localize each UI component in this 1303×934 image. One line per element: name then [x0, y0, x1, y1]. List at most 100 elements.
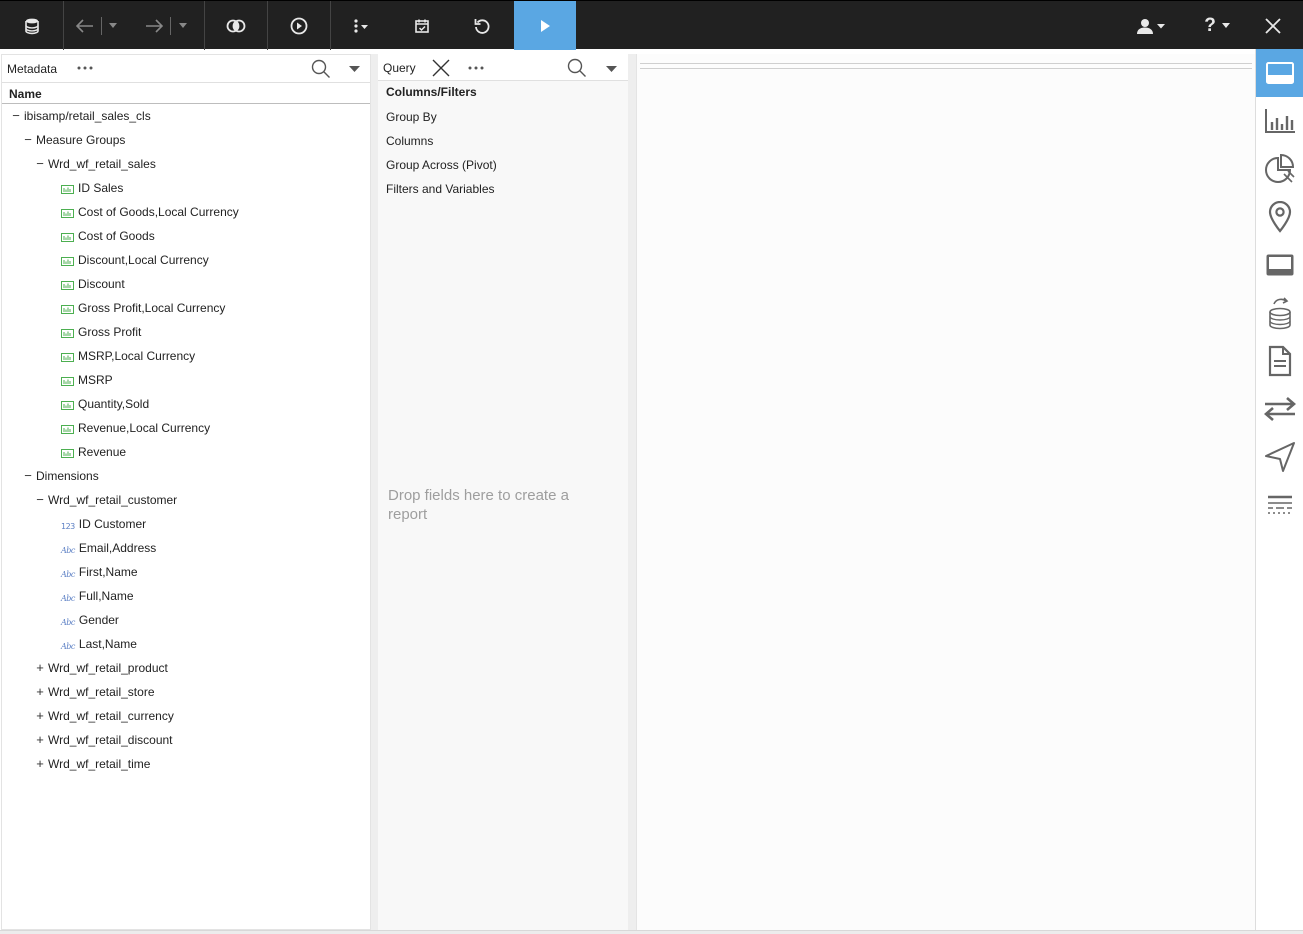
tree-item[interactable]: + Wrd_wf_retail_discount [35, 728, 172, 752]
more-button[interactable] [331, 1, 391, 50]
status-strip [0, 930, 1303, 934]
rail-panel-button[interactable] [1256, 241, 1303, 289]
rail-swap-button[interactable] [1256, 385, 1303, 433]
tree-item[interactable]: + Wrd_wf_retail_store [35, 680, 155, 704]
tree-item[interactable]: Cost of Goods,Local Currency [61, 200, 239, 224]
measure-field-icon [61, 353, 74, 362]
tree-item[interactable]: Quantity,Sold [61, 392, 149, 416]
search-icon[interactable] [311, 59, 331, 79]
measure-field-icon [61, 377, 74, 386]
tree-item-label: MSRP,Local Currency [78, 349, 196, 363]
tree-item[interactable]: − Wrd_wf_retail_customer [35, 488, 177, 512]
panel-splitter[interactable] [371, 54, 378, 930]
query-item-filters[interactable]: Filters and Variables [386, 182, 495, 196]
join-button[interactable] [205, 1, 267, 50]
tree-item[interactable]: MSRP [61, 368, 113, 392]
close-button[interactable] [1252, 1, 1294, 50]
tree-item-label: Wrd_wf_retail_time [48, 757, 151, 771]
rail-map-button[interactable] [1256, 193, 1303, 241]
search-icon[interactable] [567, 58, 587, 78]
name-column-header[interactable]: Name [2, 82, 370, 104]
undo-button[interactable] [452, 1, 512, 50]
rail-data-button[interactable] [1256, 289, 1303, 337]
preview-button[interactable] [268, 1, 330, 50]
rail-pie-button[interactable] [1256, 145, 1303, 193]
tree-item[interactable]: + Wrd_wf_retail_currency [35, 704, 174, 728]
collapse-icon[interactable]: − [23, 469, 33, 482]
database-button[interactable] [0, 1, 63, 50]
query-item-group-across[interactable]: Group Across (Pivot) [386, 158, 497, 172]
navigate-icon [1264, 441, 1296, 473]
measure-field-icon [61, 233, 74, 242]
tree-item-label: ID Sales [78, 181, 124, 195]
user-icon [1136, 18, 1166, 34]
arrow-right-icon [145, 18, 163, 33]
close-icon[interactable] [432, 59, 450, 77]
forward-menu-button[interactable] [174, 1, 192, 50]
calendar-button[interactable] [394, 1, 450, 50]
forward-button[interactable] [141, 1, 167, 50]
tree-item[interactable]: Abc Email,Address [61, 536, 156, 560]
query-item-group-by[interactable]: Group By [386, 110, 437, 124]
tree-item[interactable]: Gross Profit [61, 320, 141, 344]
chevron-down-icon[interactable] [349, 66, 360, 72]
database-icon [23, 17, 41, 35]
more-horizontal-icon[interactable] [468, 66, 486, 70]
tree-item[interactable]: Revenue [61, 440, 126, 464]
rail-separator-button[interactable] [1256, 481, 1303, 529]
measure-field-icon [61, 401, 74, 410]
back-menu-button[interactable] [104, 1, 122, 50]
expand-icon[interactable]: + [35, 757, 45, 770]
rail-navigate-button[interactable] [1256, 433, 1303, 481]
panel-splitter[interactable] [628, 54, 636, 930]
tree-item[interactable]: − Wrd_wf_retail_sales [35, 152, 156, 176]
numeric-field-icon: 123 [61, 521, 75, 531]
rail-chart-button[interactable] [1256, 97, 1303, 145]
expand-icon[interactable]: + [35, 661, 45, 674]
collapse-icon[interactable]: − [35, 493, 45, 506]
tree-item[interactable]: + Wrd_wf_retail_time [35, 752, 150, 776]
tree-item[interactable]: Gross Profit,Local Currency [61, 296, 225, 320]
collapse-icon[interactable]: − [23, 133, 33, 146]
tree-item-label: Wrd_wf_retail_store [48, 685, 155, 699]
measure-field-icon [61, 209, 74, 218]
collapse-icon[interactable]: − [35, 157, 45, 170]
tree-item[interactable]: Abc Full,Name [61, 584, 134, 608]
tree-item[interactable]: Abc Last,Name [61, 632, 137, 656]
tree-item[interactable]: − Measure Groups [23, 128, 125, 152]
layout-icon [1265, 61, 1295, 85]
help-button[interactable]: ? [1194, 1, 1240, 50]
measure-field-icon [61, 281, 74, 290]
tree-item[interactable]: − ibisamp/retail_sales_cls [11, 104, 151, 128]
tree-item[interactable]: Discount [61, 272, 125, 296]
columns-filters-heading[interactable]: Columns/Filters [386, 85, 477, 99]
pie-chart-icon [1264, 154, 1296, 184]
tree-item[interactable]: Revenue,Local Currency [61, 416, 210, 440]
report-canvas[interactable] [636, 54, 1255, 930]
back-button[interactable] [72, 1, 98, 50]
tree-item[interactable]: Abc First,Name [61, 560, 138, 584]
tree-item[interactable]: − Dimensions [23, 464, 99, 488]
rail-document-button[interactable] [1256, 337, 1303, 385]
database-arrow-icon [1266, 296, 1294, 330]
drop-hint: Drop fields here to create a report [388, 487, 569, 523]
expand-icon[interactable]: + [35, 685, 45, 698]
more-horizontal-icon[interactable] [77, 66, 95, 70]
tree-item[interactable]: 123 ID Customer [61, 512, 146, 536]
tree-item[interactable]: Discount,Local Currency [61, 248, 209, 272]
tree-item[interactable]: Abc Gender [61, 608, 119, 632]
tree-item[interactable]: Cost of Goods [61, 224, 155, 248]
query-item-columns[interactable]: Columns [386, 134, 433, 148]
expand-icon[interactable]: + [35, 733, 45, 746]
measure-field-icon [61, 185, 74, 194]
rail-layout-button[interactable] [1256, 49, 1303, 97]
tree-item[interactable]: ID Sales [61, 176, 123, 200]
expand-icon[interactable]: + [35, 709, 45, 722]
bar-chart-icon [1264, 108, 1296, 134]
collapse-icon[interactable]: − [11, 109, 21, 122]
tree-item[interactable]: + Wrd_wf_retail_product [35, 656, 168, 680]
chevron-down-icon[interactable] [606, 66, 617, 72]
user-button[interactable] [1128, 1, 1174, 50]
tree-item[interactable]: MSRP,Local Currency [61, 344, 195, 368]
run-button[interactable] [514, 1, 576, 50]
